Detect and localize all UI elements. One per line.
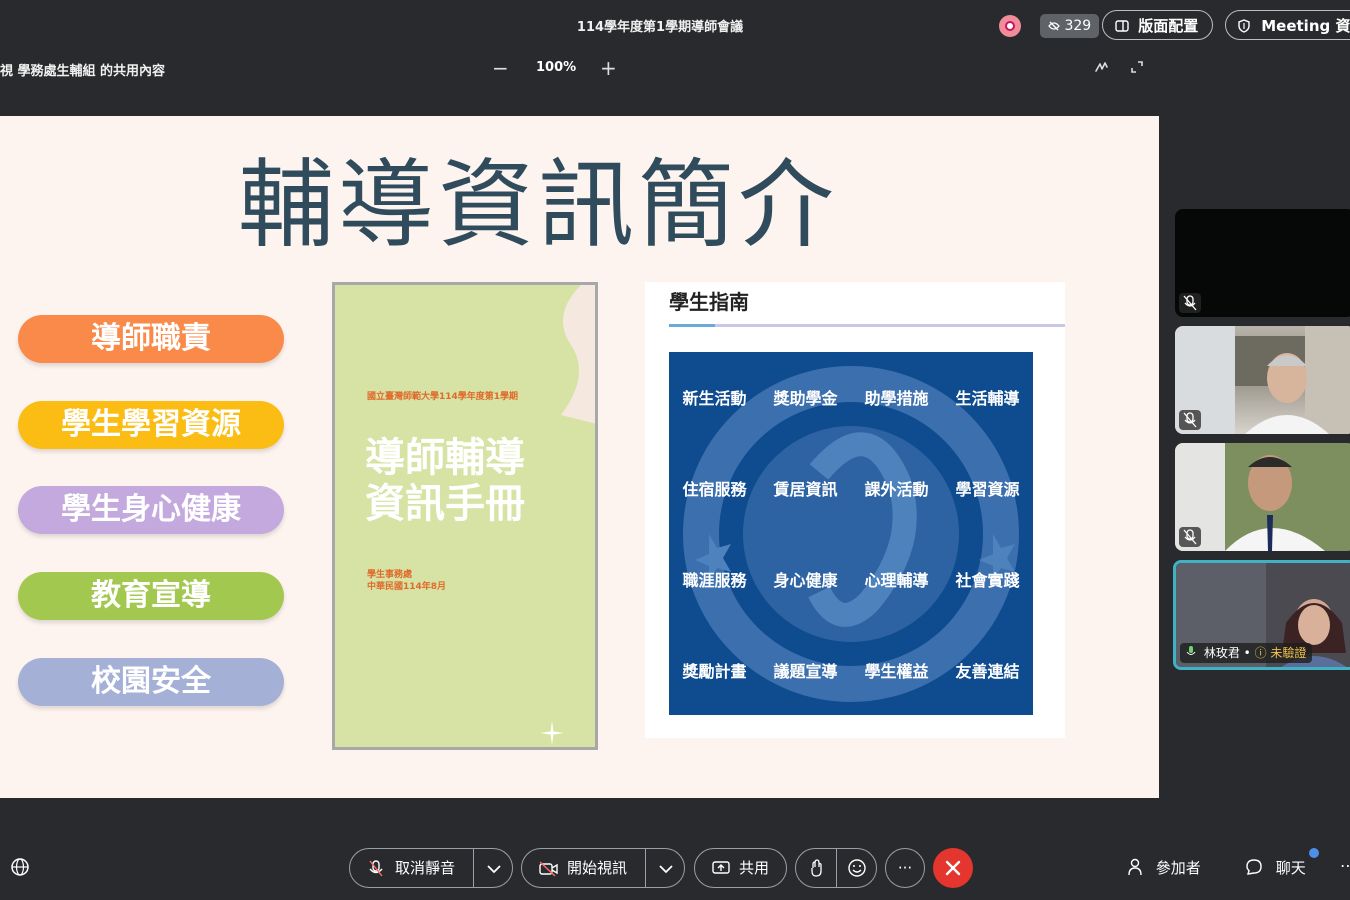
eye-off-icon (1048, 21, 1060, 31)
guide-item: 獎勵計畫 (682, 661, 747, 681)
menu-pill-learning-resources: 學生學習資源 (18, 401, 284, 449)
muted-mic-icon (1179, 293, 1201, 313)
participant-video (1175, 443, 1350, 551)
chat-button[interactable]: 聊天 (1245, 857, 1306, 878)
guide-item: 賃居資訊 (773, 480, 838, 500)
person-icon (1128, 858, 1142, 876)
raise-hand-icon[interactable] (810, 859, 824, 877)
handbook-title: 導師輔導 資訊手冊 (365, 435, 525, 527)
guide-title: 學生指南 (669, 290, 749, 314)
student-guide-panel: 學生指南 新生活動 獎助學金 助學措施 生活輔導 住宿服務 賃居資訊 課外活動 … (645, 282, 1065, 738)
slide-title: 輔導資訊簡介 (238, 149, 838, 261)
chat-notification-badge (1309, 848, 1319, 858)
guide-item: 生活輔導 (955, 389, 1020, 409)
sparkle-icon (540, 721, 564, 745)
guide-item: 課外活動 (864, 480, 929, 500)
recording-indicator-icon[interactable] (999, 15, 1021, 37)
more-options-icon: ··· (897, 859, 913, 877)
guide-item: 心理輔導 (864, 570, 929, 590)
emoji-icon[interactable] (847, 858, 867, 878)
participant-tile[interactable] (1175, 209, 1350, 317)
guide-item: 獎助學金 (773, 389, 838, 409)
participant-video (1175, 326, 1350, 434)
guide-item: 學習資源 (955, 480, 1020, 500)
participants-button[interactable]: 參加者 (1127, 857, 1201, 878)
menu-pill-mentor-duties: 導師職責 (18, 315, 284, 363)
share-button[interactable]: 共用 (694, 848, 787, 888)
menu-pill-education: 教育宣導 (18, 572, 284, 620)
close-icon (945, 860, 961, 876)
viewer-count-badge[interactable]: 329 (1040, 14, 1100, 38)
shared-slide: 輔導資訊簡介 導師職責 學生學習資源 學生身心健康 教育宣導 校園安全 國立臺灣… (0, 116, 1159, 798)
guide-item: 議題宣導 (773, 661, 838, 681)
unmute-label[interactable]: 取消靜音 (395, 849, 455, 887)
participant-tile-active-speaker[interactable]: 林玫君 • ⓘ 未驗證 (1173, 560, 1350, 670)
share-screen-icon (712, 861, 730, 874)
reactions-button-group[interactable] (795, 848, 877, 888)
guide-item: 身心健康 (773, 570, 838, 590)
chat-bubble-icon (1246, 859, 1262, 875)
more-options-button[interactable]: ··· (885, 848, 925, 888)
annotate-icon[interactable] (1094, 60, 1110, 74)
share-label[interactable]: 共用 (739, 849, 769, 887)
guide-item: 學生權益 (864, 661, 929, 681)
guide-underline (669, 324, 1065, 327)
guide-grid-box: 新生活動 獎助學金 助學措施 生活輔導 住宿服務 賃居資訊 課外活動 學習資源 … (669, 352, 1033, 715)
participant-status: 未驗證 (1270, 646, 1307, 660)
meeting-info-label: Meeting 資訊 (1261, 17, 1350, 35)
guide-item: 友善連結 (955, 661, 1020, 681)
guide-items: 新生活動 獎助學金 助學措施 生活輔導 住宿服務 賃居資訊 課外活動 學習資源 … (669, 352, 1033, 715)
chevron-down-icon[interactable] (486, 864, 502, 874)
handbook-cover: 國立臺灣師範大學114學年度第1學期 導師輔導 資訊手冊 學生事務處 中華民國1… (332, 282, 598, 750)
muted-mic-icon (1179, 410, 1201, 430)
participant-name-chip: 林玫君 • ⓘ 未驗證 (1180, 643, 1313, 663)
menu-pill-campus-safety: 校園安全 (18, 658, 284, 706)
zoom-level[interactable]: 100% (536, 60, 576, 75)
muted-mic-icon (1179, 527, 1201, 547)
zoom-in-button[interactable]: + (600, 56, 617, 80)
fullscreen-icon[interactable] (1130, 60, 1144, 74)
chat-label[interactable]: 聊天 (1276, 859, 1306, 877)
guide-item: 住宿服務 (682, 480, 747, 500)
shield-icon (1238, 19, 1250, 33)
help-icon: ⓘ (1254, 646, 1267, 660)
chevron-down-icon[interactable] (658, 864, 674, 874)
start-video-button-group[interactable]: 開始視訊 (521, 848, 685, 888)
handbook-header: 國立臺灣師範大學114學年度第1學期 (367, 392, 519, 402)
layout-label: 版面配置 (1138, 17, 1199, 35)
guide-item: 助學措施 (864, 389, 929, 409)
menu-pill-wellbeing: 學生身心健康 (18, 486, 284, 534)
zoom-out-button[interactable]: − (492, 56, 509, 80)
guide-item: 新生活動 (682, 389, 747, 409)
start-video-label[interactable]: 開始視訊 (567, 849, 627, 887)
guide-item: 社會實踐 (955, 570, 1020, 590)
leave-meeting-button[interactable] (933, 848, 973, 888)
muted-mic-icon (369, 860, 383, 877)
meeting-info-button[interactable]: Meeting 資訊 (1225, 10, 1350, 40)
participant-name: 林玫君 (1203, 646, 1240, 660)
layout-button[interactable]: 版面配置 (1102, 10, 1213, 40)
unmute-button-group[interactable]: 取消靜音 (349, 848, 513, 888)
decorative-wave-graphic (561, 285, 595, 424)
participant-tile[interactable] (1175, 443, 1350, 551)
viewer-count: 329 (1064, 18, 1092, 34)
participants-label[interactable]: 參加者 (1156, 859, 1201, 877)
layout-icon (1115, 20, 1129, 32)
handbook-date: 中華民國114年8月 (367, 582, 447, 592)
participant-tile[interactable] (1175, 326, 1350, 434)
globe-icon[interactable] (10, 857, 30, 877)
guide-item: 職涯服務 (682, 570, 747, 590)
video-off-icon (539, 861, 558, 877)
more-icon[interactable]: ⋯ (1340, 856, 1350, 875)
mic-icon (1186, 646, 1196, 655)
share-caption: 視 學務處生輔組 的共用內容 (0, 64, 166, 79)
